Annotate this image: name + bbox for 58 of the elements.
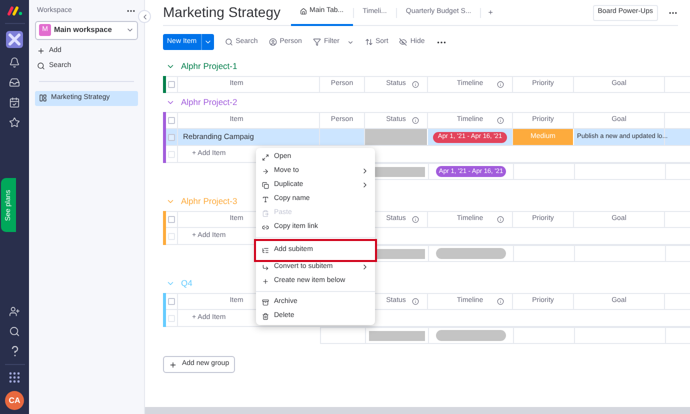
plus-icon	[169, 360, 177, 368]
collapse-icon[interactable]	[166, 62, 175, 71]
info-icon[interactable]	[412, 216, 419, 223]
collapse-icon[interactable]	[166, 98, 175, 107]
menu-item-icon	[262, 312, 269, 320]
bell-icon[interactable]	[9, 57, 20, 68]
info-icon[interactable]	[412, 298, 419, 305]
board-icon	[39, 94, 47, 102]
plus-icon	[37, 47, 45, 55]
info-icon[interactable]	[497, 298, 504, 305]
menu-item-icon	[262, 278, 269, 284]
menu-item-icon	[262, 182, 269, 188]
invite-icon[interactable]	[9, 306, 20, 317]
menu-item-icon	[262, 196, 269, 202]
menu-item-icon	[262, 224, 269, 230]
menu-item-icon	[262, 264, 269, 270]
info-icon[interactable]	[497, 216, 504, 223]
info-icon[interactable]	[412, 81, 419, 88]
submenu-icon	[361, 263, 369, 271]
hide-icon	[399, 38, 408, 46]
inbox-icon[interactable]	[9, 77, 20, 88]
search-icon	[224, 38, 233, 46]
info-icon[interactable]	[412, 117, 419, 124]
checkbox[interactable]	[168, 298, 175, 305]
logo-icon	[6, 6, 22, 16]
star-icon[interactable]	[9, 117, 20, 128]
menu-item-icon	[262, 168, 269, 174]
caret-icon	[346, 38, 354, 46]
checkbox[interactable]	[168, 216, 175, 223]
menu-item-icon	[262, 247, 269, 254]
user-avatar[interactable]: CA	[5, 391, 24, 410]
calendar-icon[interactable]	[9, 97, 20, 108]
board-title: Marketing Strategy	[163, 3, 280, 22]
menu-item-icon	[262, 210, 269, 216]
group-title[interactable]: Alphr Project-1	[181, 60, 238, 73]
workspace-icon[interactable]	[6, 31, 23, 48]
menu-item-icon	[262, 154, 269, 160]
checkbox[interactable]	[168, 117, 175, 124]
info-icon[interactable]	[497, 81, 504, 88]
status-cell[interactable]	[365, 129, 428, 145]
group-title[interactable]: Alphr Project-2	[181, 96, 238, 109]
checkbox[interactable]	[168, 81, 175, 88]
help-icon[interactable]	[10, 346, 18, 357]
add-tab-button[interactable]: +	[481, 6, 500, 18]
search-icon	[37, 62, 45, 70]
menu-item-icon	[262, 298, 269, 306]
status-summary-bar	[369, 330, 425, 340]
horizontal-scrollbar[interactable]	[145, 407, 690, 414]
filter-icon	[312, 38, 321, 46]
home-icon	[300, 8, 306, 15]
sort-icon	[364, 38, 372, 46]
caret-icon	[126, 26, 134, 34]
info-icon[interactable]	[497, 117, 504, 124]
person-icon	[268, 38, 277, 46]
caret-icon[interactable]	[204, 38, 212, 46]
apps-icon[interactable]	[9, 372, 20, 383]
checkbox[interactable]	[168, 134, 175, 140]
search-icon[interactable]	[9, 326, 20, 337]
